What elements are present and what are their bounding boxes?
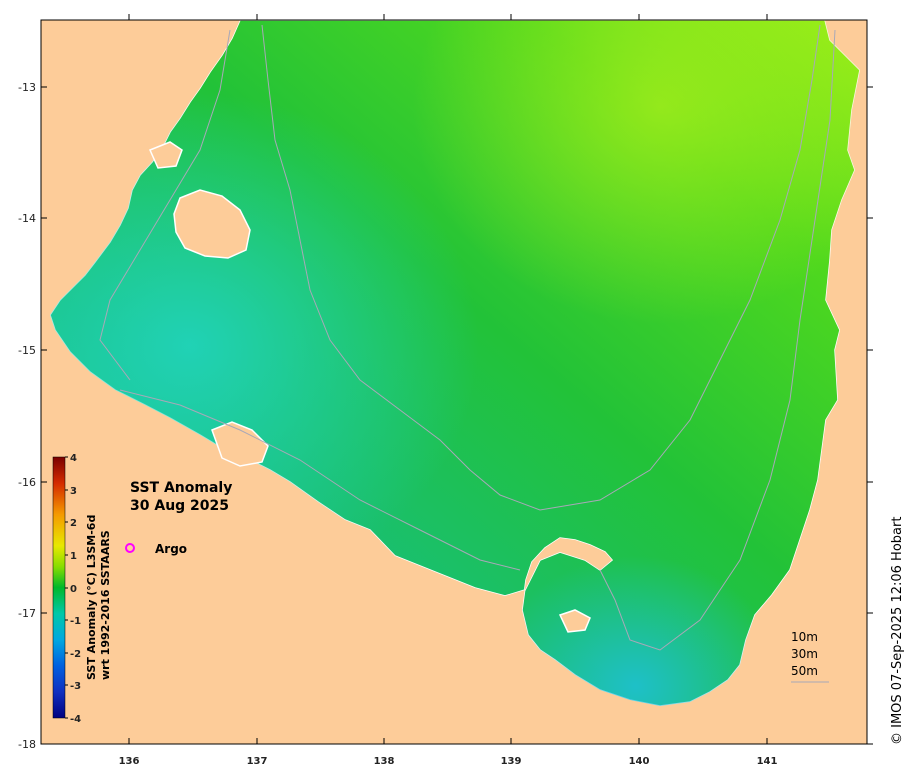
colorbar-tick-label: 3 (70, 486, 77, 497)
y-tick-label: -18 (18, 738, 36, 751)
colorbar-tick-label: 2 (70, 518, 77, 529)
x-tick-label: 138 (374, 756, 395, 767)
map-date: 30 Aug 2025 (130, 498, 229, 514)
y-tick-label: -17 (18, 607, 36, 620)
y-tick-label: -15 (18, 344, 36, 357)
map-title: SST Anomaly (130, 480, 232, 496)
argo-legend-label: Argo (155, 542, 187, 556)
y-tick-label: -13 (18, 81, 36, 94)
contour-legend-30m: 30m (791, 647, 818, 661)
credit-text: © IMOS 07-Sep-2025 12:06 Hobart (890, 517, 905, 745)
contour-legend-10m: 10m (791, 630, 818, 644)
x-tick-label: 136 (119, 756, 140, 767)
map-plot-area (41, 20, 867, 744)
colorbar-title: SST Anomaly (°C) L3SM-6d (85, 515, 98, 680)
colorbar-tick-label: -3 (70, 681, 81, 692)
y-tick-label: -16 (18, 476, 36, 489)
x-tick-label: 139 (501, 756, 522, 767)
contour-legend-50m: 50m (791, 664, 818, 678)
colorbar-tick-label: 1 (70, 551, 77, 562)
colorbar-tick-label: 0 (70, 584, 77, 595)
colorbar-subtitle: wrt 1992-2016 SSTAARS (99, 530, 112, 680)
colorbar-tick-label: -1 (70, 616, 81, 627)
colorbar-tick-label: 4 (70, 453, 77, 464)
colorbar (52, 456, 66, 719)
colorbar-tick-label: -4 (70, 714, 81, 725)
x-tick-label: 141 (757, 756, 778, 767)
sst-anomaly-map: 136 137 138 139 140 141 -13 -14 -15 -16 … (18, 14, 905, 767)
x-tick-label: 140 (629, 756, 650, 767)
colorbar-tick-label: -2 (70, 649, 81, 660)
x-tick-label: 137 (247, 756, 268, 767)
y-tick-label: -14 (18, 212, 36, 225)
